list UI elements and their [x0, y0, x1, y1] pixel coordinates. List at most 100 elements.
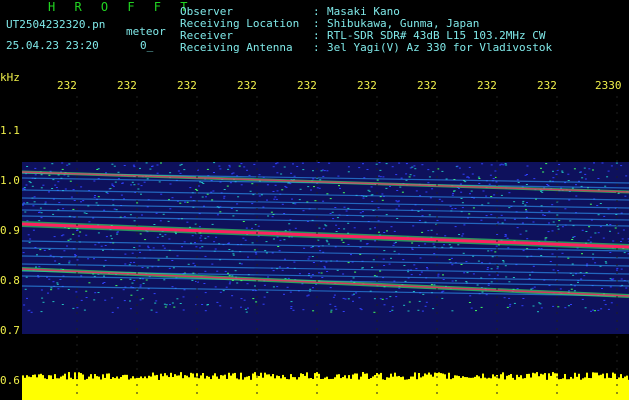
noise-speckle	[610, 302, 613, 304]
power-bar-segment	[142, 378, 144, 400]
power-bar-segment	[136, 377, 138, 400]
noise-speckle	[597, 178, 600, 179]
noise-speckle	[526, 165, 529, 167]
noise-speckle	[272, 191, 275, 192]
noise-speckle	[33, 201, 36, 203]
noise-speckle	[325, 239, 328, 241]
noise-speckle	[183, 241, 186, 243]
noise-speckle	[508, 281, 511, 283]
noise-speckle	[385, 214, 388, 216]
power-bar-segment	[318, 373, 320, 400]
noise-speckle	[532, 305, 535, 307]
noise-speckle	[137, 183, 140, 185]
noise-speckle	[63, 250, 66, 252]
noise-speckle	[551, 253, 554, 255]
noise-speckle	[316, 187, 319, 189]
noise-speckle	[201, 246, 204, 248]
noise-speckle	[32, 229, 35, 231]
noise-speckle	[567, 173, 570, 175]
noise-speckle	[308, 273, 311, 274]
noise-speckle	[625, 175, 628, 177]
power-bar-segment	[486, 378, 488, 400]
noise-speckle	[116, 233, 119, 235]
noise-speckle	[405, 179, 408, 181]
power-bar-segment	[198, 378, 200, 400]
power-bar-segment	[296, 379, 298, 400]
noise-speckle	[611, 278, 614, 280]
power-bar-segment	[324, 377, 326, 400]
noise-speckle	[75, 291, 78, 293]
noise-speckle	[358, 297, 361, 299]
noise-speckle	[609, 278, 612, 280]
noise-speckle	[93, 299, 96, 301]
noise-speckle	[168, 267, 171, 269]
noise-speckle	[94, 244, 97, 246]
noise-speckle	[549, 261, 552, 262]
power-bar-segment	[342, 377, 344, 400]
noise-speckle	[490, 281, 493, 283]
noise-speckle	[620, 241, 622, 242]
power-bar-segment	[72, 379, 74, 400]
power-bar-segment	[512, 377, 514, 400]
noise-speckle	[298, 273, 301, 275]
power-bar-segment	[402, 376, 404, 400]
noise-speckle	[426, 268, 429, 270]
power-bar-segment	[26, 375, 28, 400]
noise-speckle	[620, 268, 623, 270]
noise-speckle	[342, 297, 345, 299]
observer-sep: :	[313, 5, 320, 18]
noise-speckle	[588, 168, 591, 170]
noise-speckle	[508, 192, 511, 194]
noise-speckle	[179, 202, 182, 204]
noise-speckle	[219, 305, 222, 307]
noise-speckle	[548, 222, 550, 224]
noise-speckle	[609, 252, 612, 253]
power-bar-segment	[288, 379, 290, 400]
noise-speckle	[558, 220, 561, 222]
noise-speckle	[374, 240, 377, 242]
noise-speckle	[50, 289, 53, 291]
noise-speckle	[85, 297, 88, 298]
noise-speckle	[460, 198, 463, 199]
noise-speckle	[370, 186, 373, 188]
noise-speckle	[80, 186, 83, 188]
power-bar-segment	[494, 376, 496, 400]
noise-speckle	[454, 208, 457, 209]
noise-speckle	[488, 274, 491, 276]
power-bar-segment	[174, 374, 176, 400]
noise-speckle	[494, 170, 497, 172]
noise-speckle	[39, 249, 42, 251]
power-bar-segment	[170, 372, 172, 400]
noise-speckle	[601, 288, 603, 289]
noise-speckle	[492, 178, 495, 180]
noise-speckle	[204, 255, 207, 257]
noise-speckle	[418, 220, 421, 221]
frequency-unit-label: kHz	[0, 71, 20, 84]
noise-speckle	[246, 169, 248, 171]
power-bar-segment	[510, 374, 512, 400]
noise-speckle	[143, 181, 146, 183]
noise-speckle	[131, 282, 134, 284]
noise-speckle	[113, 208, 116, 210]
noise-speckle	[177, 170, 180, 172]
noise-speckle	[496, 233, 499, 235]
noise-speckle	[464, 181, 467, 183]
noise-speckle	[430, 229, 433, 231]
noise-speckle	[240, 306, 242, 308]
power-bar-segment	[104, 377, 106, 400]
noise-speckle	[428, 214, 431, 216]
noise-speckle	[73, 200, 76, 201]
noise-speckle	[359, 240, 362, 242]
noise-speckle	[272, 166, 275, 168]
noise-speckle	[228, 242, 230, 244]
time-tick: 232	[357, 79, 377, 92]
noise-speckle	[505, 276, 508, 278]
noise-speckle	[214, 248, 217, 250]
noise-speckle	[557, 228, 560, 230]
noise-speckle	[559, 288, 562, 290]
noise-speckle	[337, 228, 340, 229]
noise-speckle	[40, 187, 43, 189]
noise-speckle	[419, 257, 422, 259]
noise-speckle	[326, 193, 329, 195]
power-bar-segment	[224, 374, 226, 400]
